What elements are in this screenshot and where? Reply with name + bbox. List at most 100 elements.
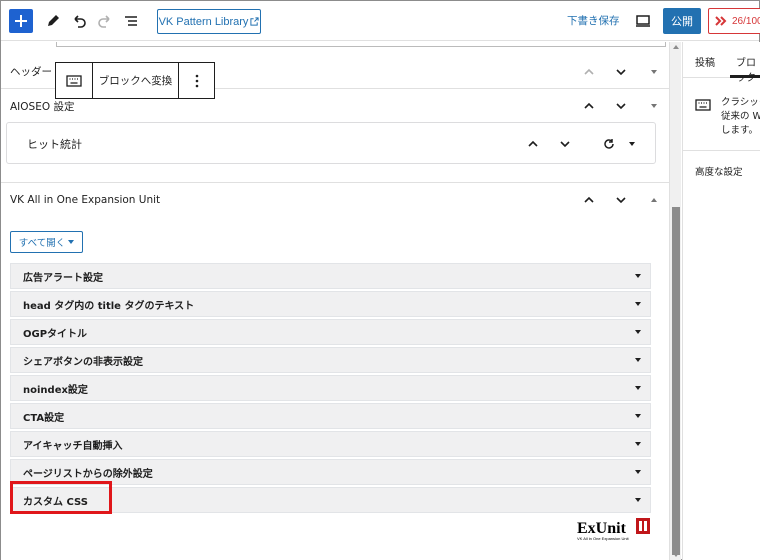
tools-button[interactable] [43,11,63,31]
toggle-panel-button[interactable] [647,193,661,207]
exunit-logo: ExUnit VK All in One Expansion Unit [577,518,650,541]
exunit-row-head-title[interactable]: head タグ内の title タグのテキスト [10,291,651,317]
block-type-button[interactable] [56,63,93,98]
aioseo-score-button[interactable]: 26/100 [708,8,760,34]
keyboard-icon [66,74,82,87]
exunit-row-eyecatch[interactable]: アイキャッチ自動挿入 [10,431,651,457]
row-label: CTA設定 [23,412,65,424]
publish-button[interactable]: 公開 [663,8,701,34]
desktop-preview-icon [636,15,650,27]
block-name: クラシック [721,97,760,108]
redo-button[interactable] [95,11,115,31]
convert-to-blocks-button[interactable]: ブロックへ変換 [93,63,179,98]
editor-top-toolbar: VK Pattern Library 下書き保存 公開 26/100 [1,1,760,41]
aioseo-meta-title: AIOSEO 設定 [10,100,75,113]
row-label: 広告アラート設定 [23,272,103,284]
chevron-up-icon [528,140,538,147]
exunit-row-ad-alert[interactable]: 広告アラート設定 [10,263,651,289]
move-up-button[interactable] [582,65,596,79]
move-down-button[interactable] [614,99,628,113]
row-label: OGPタイトル [23,328,88,340]
main-scrollbar[interactable] [669,42,681,560]
toggle-panel-button[interactable] [647,99,661,113]
chevron-up-icon [584,68,594,75]
plus-icon [15,15,27,27]
pencil-icon [48,15,59,26]
row-label: noindex設定 [23,384,88,396]
caret-down-icon [635,330,641,334]
caret-down-icon [635,470,641,474]
caret-down-icon [68,240,75,244]
chevron-down-icon [616,68,626,75]
classic-block-edge [56,42,666,47]
tab-post[interactable]: 投稿 [695,54,715,69]
block-description-2: します。 [721,125,759,136]
block-card: クラシック 従来の W します。 [683,79,760,151]
chevron-down-icon [560,141,570,148]
pattern-library-label: VK Pattern Library [158,15,249,28]
caret-down-icon [635,274,641,278]
move-up-button[interactable] [582,99,596,113]
add-block-button[interactable] [9,9,33,33]
caret-down-icon [629,142,635,146]
exunit-row-share-hide[interactable]: シェアボタンの非表示設定 [10,347,651,373]
row-label: アイキャッチ自動挿入 [23,440,123,452]
move-up-button[interactable] [526,137,540,151]
chevron-down-icon [616,103,626,110]
custom-css-highlight [10,481,112,514]
redo-icon [98,15,110,28]
caret-down-icon [651,104,657,108]
pattern-library-button[interactable]: VK Pattern Library [157,9,261,34]
chevron-up-icon [584,196,594,203]
exunit-row-noindex[interactable]: noindex設定 [10,375,651,401]
row-label: head タグ内の title タグのテキスト [23,300,195,312]
toggle-panel-button[interactable] [625,137,639,151]
block-description: 従来の W [721,111,760,122]
toggle-panel-button[interactable] [647,65,661,79]
row-label: ページリストからの除外設定 [23,468,153,480]
undo-icon [74,15,86,28]
preview-button[interactable] [634,12,652,30]
chevron-up-icon [584,102,594,109]
refresh-button[interactable] [602,137,616,151]
undo-button[interactable] [69,11,89,31]
exunit-row-ogp-title[interactable]: OGPタイトル [10,319,651,345]
svg-text:ExUnit: ExUnit [577,520,627,537]
move-down-button[interactable] [558,137,572,151]
chevron-down-icon [616,197,626,204]
scrollbar-thumb[interactable] [672,207,680,555]
hit-stats-title: ヒット統計 [27,138,82,151]
move-up-button[interactable] [582,193,596,207]
caret-up-icon [651,198,657,202]
caret-down-icon [635,442,641,446]
active-tab-indicator [730,75,760,78]
caret-down-icon [635,414,641,418]
scroll-up-icon[interactable] [672,44,680,50]
move-down-button[interactable] [614,65,628,79]
refresh-icon [604,139,614,149]
expand-all-button[interactable]: すべて開く [10,231,83,253]
caret-down-icon [651,69,657,74]
block-toolbar: ブロックへ変換 [55,62,215,99]
caret-down-icon [635,358,641,362]
advanced-settings-toggle[interactable]: 高度な設定 [695,164,743,178]
aioseo-icon [715,16,727,26]
scroll-down-icon[interactable] [672,552,680,558]
vk-exunit-meta-box: VK All in One Expansion Unit [1,183,669,217]
exunit-settings-list: 広告アラート設定 head タグ内の title タグのテキスト OGPタイトル… [10,263,651,515]
block-options-button[interactable] [179,63,214,98]
caret-down-icon [635,498,641,502]
move-down-button[interactable] [614,193,628,207]
settings-sidebar: 投稿 ブロック クラシック 従来の W します。 高度な設定 [682,42,760,560]
vk-exunit-title: VK All in One Expansion Unit [10,194,161,206]
expand-all-label: すべて開く [18,238,66,249]
header-meta-title: ヘッダー [10,66,52,78]
caret-down-icon [635,386,641,390]
save-draft-button[interactable]: 下書き保存 [567,13,620,28]
list-view-button[interactable] [121,11,141,31]
hit-stats-box: ヒット統計 [6,122,656,164]
caret-down-icon [635,302,641,306]
more-vertical-icon [195,74,198,87]
exunit-row-cta[interactable]: CTA設定 [10,403,651,429]
list-view-icon [125,16,137,26]
